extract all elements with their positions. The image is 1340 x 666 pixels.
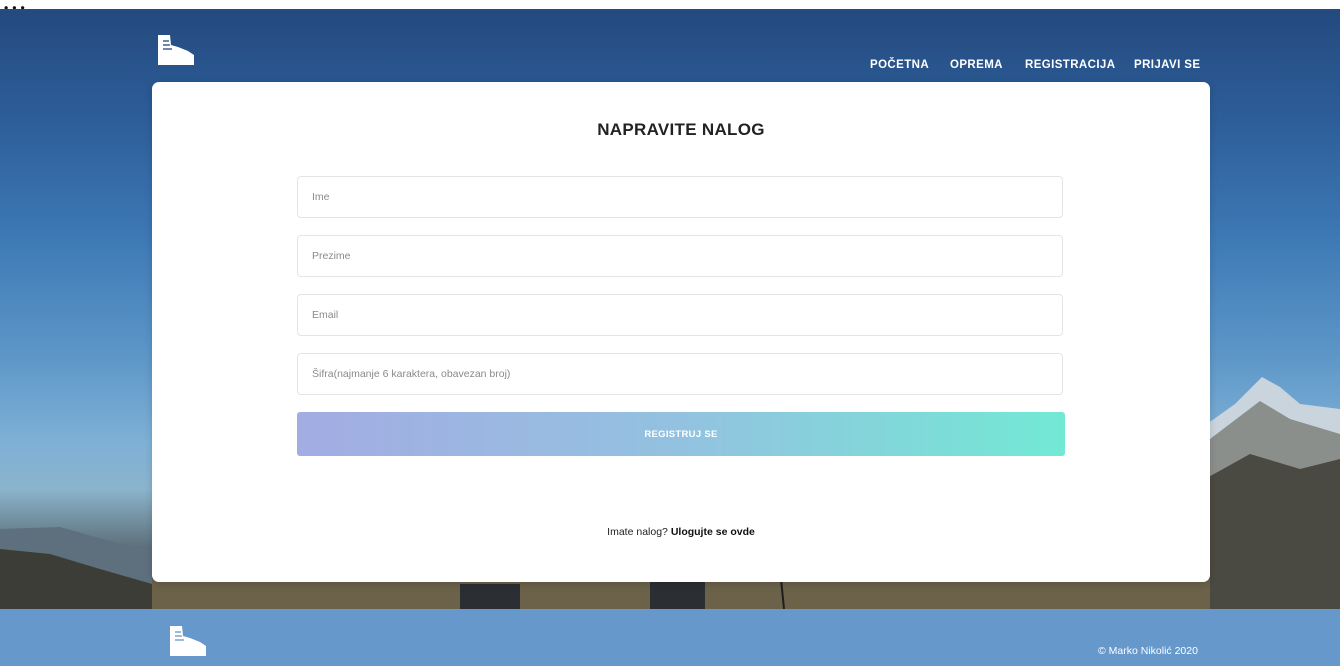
nav-item-prijavi-se[interactable]: PRIJAVI SE (1134, 59, 1200, 71)
main-nav: POČETNA OPREMA REGISTRACIJA PRIJAVI SE (0, 59, 1340, 77)
password-input[interactable] (297, 353, 1063, 395)
login-prompt-line: Imate nalog? Ulogujte se ovde (152, 526, 1210, 538)
top-strip-text: ... (2, 0, 27, 9)
hiking-boot-icon (170, 626, 206, 656)
email-input[interactable] (297, 294, 1063, 336)
login-prompt-text: Imate nalog? (607, 526, 668, 538)
registration-card: NAPRAVITE NALOG REGISTRUJ SE Imate nalog… (152, 82, 1210, 582)
first-name-input[interactable] (297, 176, 1063, 218)
nav-item-oprema[interactable]: OPREMA (950, 59, 1003, 71)
login-link[interactable]: Ulogujte se ovde (671, 526, 755, 538)
nav-item-pocetna[interactable]: POČETNA (870, 59, 929, 71)
nav-item-registracija[interactable]: REGISTRACIJA (1025, 59, 1115, 71)
last-name-input[interactable] (297, 235, 1063, 277)
footer: © Marko Nikolić 2020 (0, 609, 1340, 666)
top-strip: ... (0, 0, 1340, 9)
copyright-text: © Marko Nikolić 2020 (1098, 645, 1198, 657)
form-title: NAPRAVITE NALOG (597, 120, 765, 139)
register-button[interactable]: REGISTRUJ SE (297, 412, 1065, 456)
hero-background: POČETNA OPREMA REGISTRACIJA PRIJAVI SE N… (0, 9, 1340, 609)
